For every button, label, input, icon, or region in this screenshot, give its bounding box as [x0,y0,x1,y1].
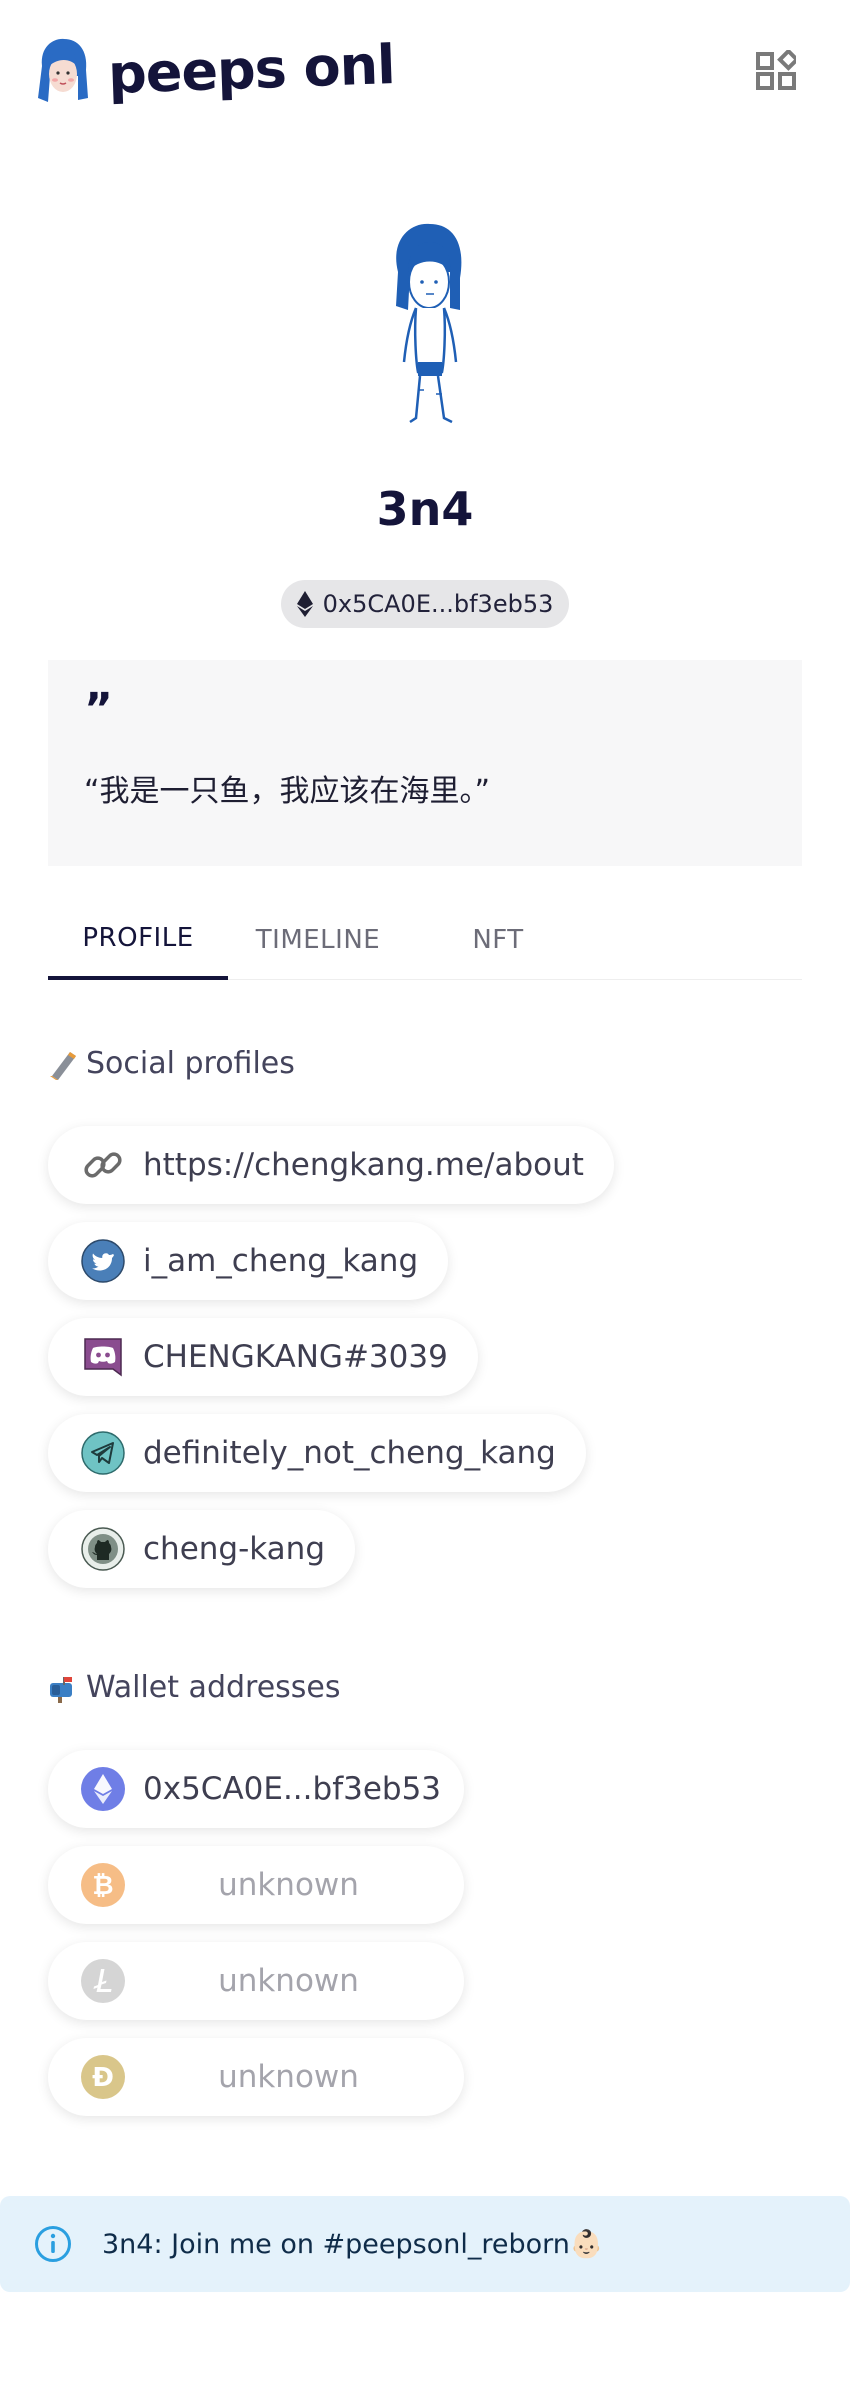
app-header: peeps onl [0,0,850,150]
bio-text: “我是一只鱼，我应该在海里。” [84,774,491,809]
info-banner: 3n4: Join me on #peepsonl_reborn👶🏻 [0,2196,850,2292]
svg-text:Đ: Đ [92,2063,114,2093]
litecoin-icon [81,1959,125,2003]
quote-mark: ” [84,684,113,735]
social-link-github[interactable]: cheng-kang [48,1510,356,1588]
social-link-text: CHENGKANG#3039 [143,1339,448,1375]
info-icon [35,2226,71,2262]
profile-name: 3n4 [376,482,474,536]
wallet-dogecoin[interactable]: Đ unknown [48,2038,464,2116]
social-profiles-title: Social profiles [86,1046,295,1081]
social-link-text: cheng-kang [143,1531,326,1567]
profile-avatar [396,223,462,424]
social-profiles-heading: Social profiles [48,1046,295,1081]
social-link-text: https://chengkang.me/about [143,1147,584,1183]
baby-emoji: 👶🏻 [569,2229,604,2260]
wallet-addresses-heading: Wallet addresses [48,1670,341,1705]
social-link-discord[interactable]: CHENGKANG#3039 [48,1318,478,1396]
wallet-address-text: unknown [218,1963,359,1999]
telegram-icon [81,1431,125,1475]
dogecoin-icon: Đ [81,2055,125,2099]
address-label: 0x5CA0E...bf3eb53 [322,590,554,618]
twitter-icon [81,1239,125,1283]
phone-emoji [50,1051,76,1080]
wallet-address-text: 0x5CA0E...bf3eb53 [143,1771,442,1807]
tab-nft[interactable]: NFT [408,900,588,980]
social-link-website[interactable]: https://chengkang.me/about [48,1126,614,1204]
wallet-litecoin[interactable]: unknown [48,1942,464,2020]
svg-text:₿: ₿ [92,1871,113,1901]
ethereum-icon [81,1767,125,1811]
social-link-text: i_am_cheng_kang [143,1243,419,1279]
ethereum-icon [296,591,313,617]
profile-tabs: PROFILE TIMELINE NFT [48,900,802,980]
mailbox-emoji [50,1676,72,1703]
link-icon [84,1152,122,1178]
bitcoin-icon: ₿ [81,1863,125,1907]
peep-avatar-icon[interactable] [34,36,92,106]
wallet-bitcoin[interactable]: ₿ unknown [48,1846,464,1924]
discord-icon [84,1338,122,1377]
github-icon [81,1527,125,1571]
qr-code-icon[interactable] [756,50,796,92]
logo-wordmark[interactable]: peeps onl [107,33,396,106]
address-copy-button[interactable]: 0x5CA0E...bf3eb53 [281,580,569,628]
social-link-text: definitely_not_cheng_kang [143,1435,556,1471]
social-link-telegram[interactable]: definitely_not_cheng_kang [48,1414,586,1492]
social-link-twitter[interactable]: i_am_cheng_kang [48,1222,449,1300]
wallet-address-text: unknown [218,1867,359,1903]
tab-timeline[interactable]: TIMELINE [228,900,408,980]
bio-quote-box: ” “我是一只鱼，我应该在海里。” [48,660,802,866]
wallet-address-text: unknown [218,2059,359,2095]
wallet-ethereum[interactable]: 0x5CA0E...bf3eb53 [48,1750,464,1828]
wallet-addresses-title: Wallet addresses [86,1670,341,1705]
banner-text: 3n4: Join me on #peepsonl_reborn [102,2229,570,2260]
banner-message: 3n4: Join me on #peepsonl_reborn👶🏻 [102,2228,604,2260]
tab-profile[interactable]: PROFILE [48,900,228,980]
